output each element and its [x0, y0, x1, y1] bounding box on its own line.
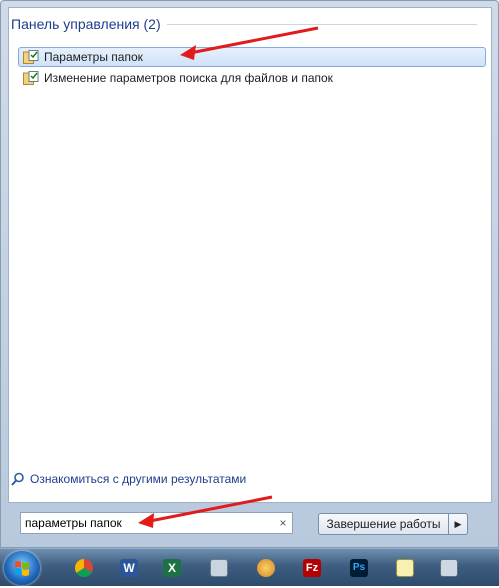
paint-icon[interactable] — [257, 559, 275, 577]
taskbar: W X Fz Ps — [0, 548, 499, 586]
see-more-results-link[interactable]: Ознакомиться с другими результатами — [11, 472, 246, 486]
search-input[interactable] — [21, 514, 274, 532]
chrome-icon[interactable] — [75, 559, 93, 577]
result-label: Параметры папок — [44, 50, 143, 64]
group-title[interactable]: Панель управления (2) — [11, 16, 161, 32]
start-search-box[interactable]: × — [20, 512, 293, 534]
group-divider — [166, 23, 477, 25]
start-orb[interactable] — [4, 551, 40, 585]
word-icon[interactable]: W — [120, 559, 138, 577]
photoshop-icon[interactable]: Ps — [350, 559, 368, 577]
result-item-search-options[interactable]: Изменение параметров поиска для файлов и… — [18, 68, 486, 88]
filezilla-icon[interactable]: Fz — [303, 559, 321, 577]
result-item-folder-options[interactable]: Параметры папок — [18, 47, 486, 67]
results-group-header: Панель управления (2) — [11, 16, 477, 32]
result-label: Изменение параметров поиска для файлов и… — [44, 71, 333, 85]
calculator-icon[interactable] — [210, 559, 228, 577]
shutdown-options-arrow[interactable]: ▶ — [448, 514, 467, 534]
shutdown-button-group: Завершение работы ▶ — [318, 513, 468, 535]
folder-options-icon — [23, 71, 39, 85]
remote-desktop-icon[interactable] — [440, 559, 458, 577]
notepad-icon[interactable] — [396, 559, 414, 577]
shutdown-button[interactable]: Завершение работы — [319, 514, 448, 534]
search-icon — [11, 472, 24, 486]
windows-logo-icon — [15, 561, 29, 576]
clear-search-icon[interactable]: × — [274, 516, 292, 530]
more-results-label: Ознакомиться с другими результатами — [30, 472, 247, 486]
excel-icon[interactable]: X — [163, 559, 181, 577]
folder-options-icon — [23, 50, 39, 64]
